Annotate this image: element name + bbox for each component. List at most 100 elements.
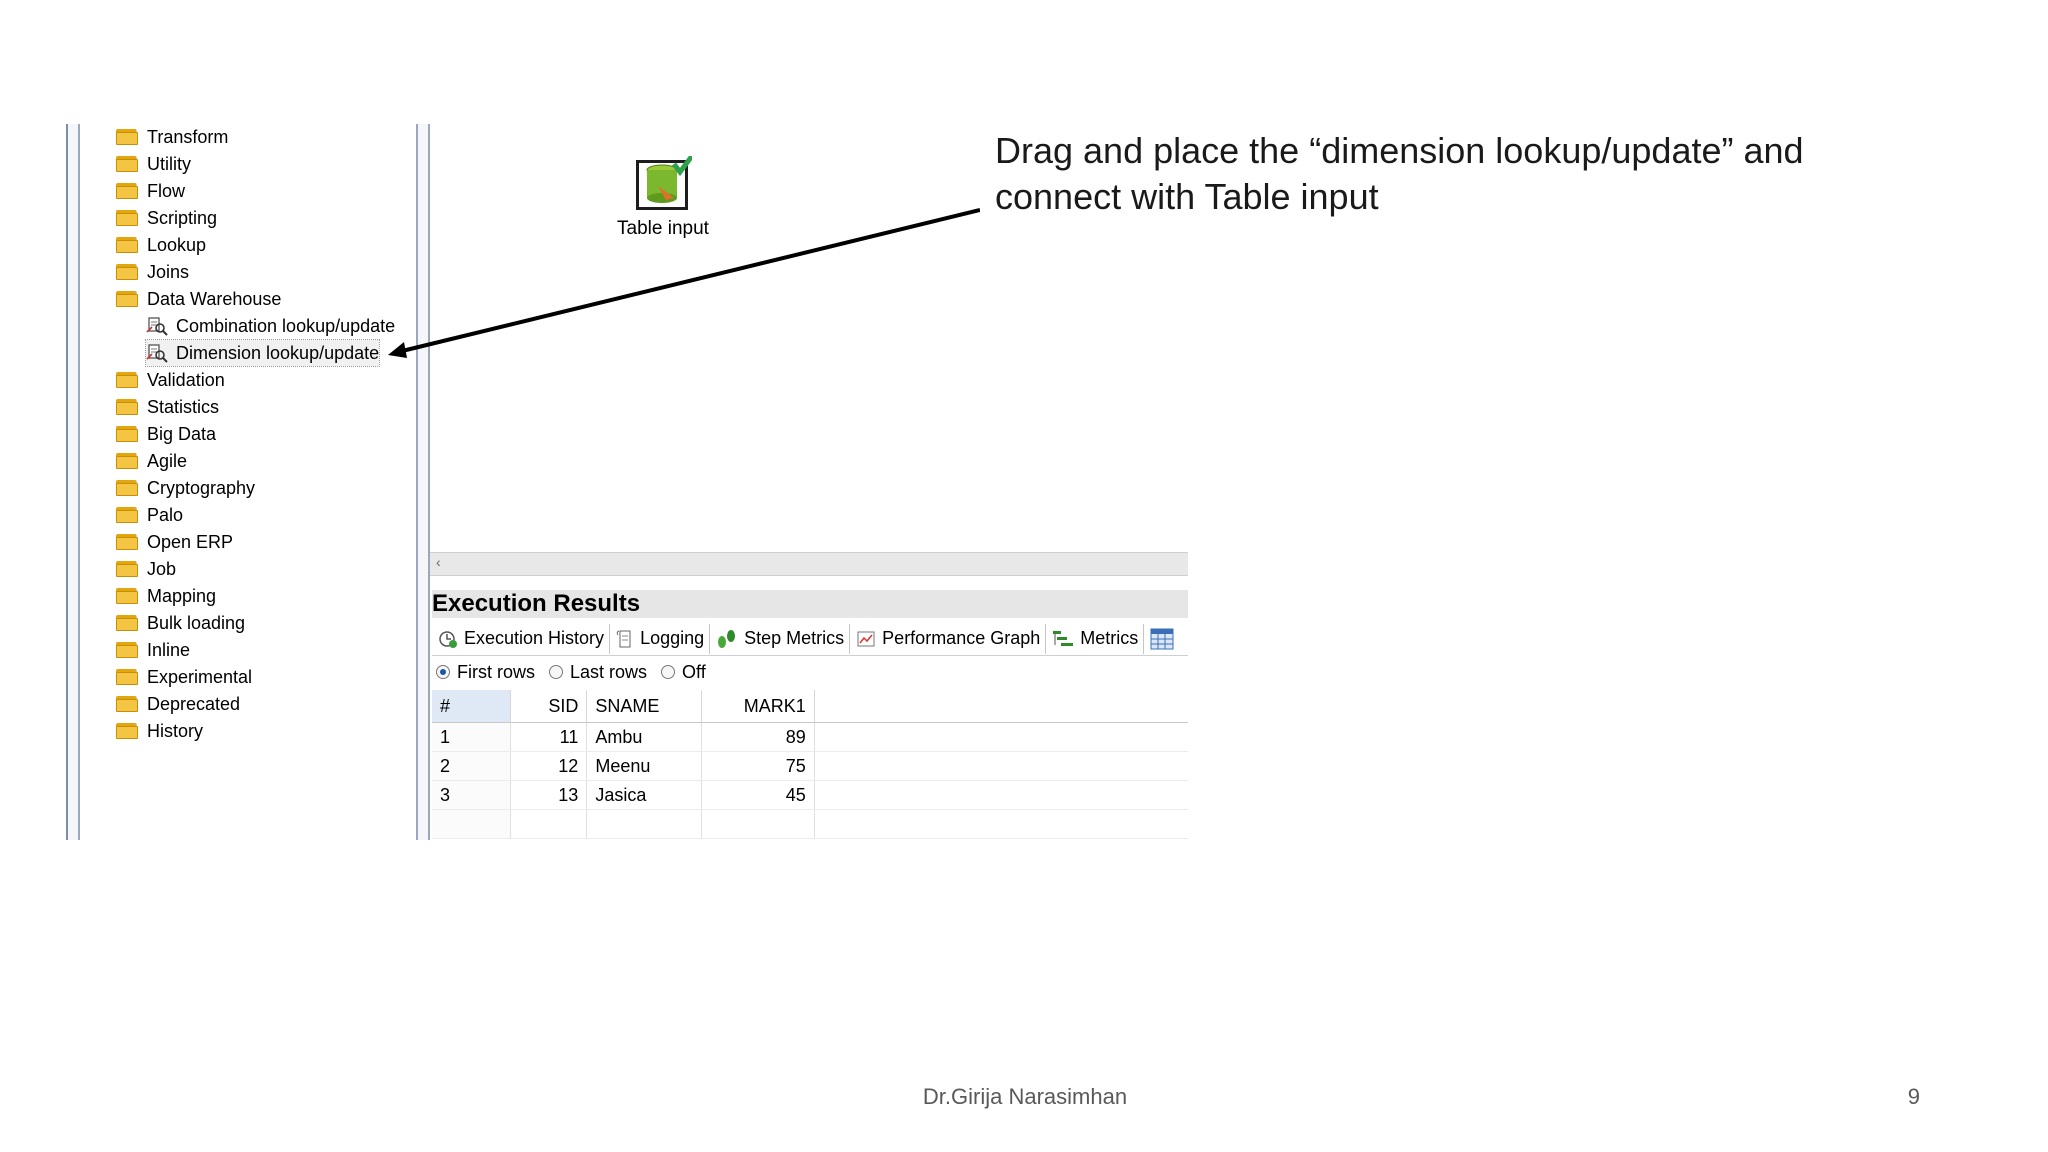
tree-folder-statistics[interactable]: Statistics bbox=[116, 394, 219, 420]
tree-item-label: Transform bbox=[147, 126, 229, 147]
tree-folder-inline[interactable]: Inline bbox=[116, 637, 190, 663]
tree-folder-validation[interactable]: Validation bbox=[116, 367, 225, 393]
tree-folder-history[interactable]: History bbox=[116, 718, 203, 744]
tree-folder-agile[interactable]: Agile bbox=[116, 448, 187, 474]
column-header-number[interactable]: # bbox=[432, 690, 511, 723]
lookup-step-icon bbox=[146, 317, 168, 336]
callout-arrow bbox=[388, 208, 980, 358]
folder-icon bbox=[116, 696, 138, 712]
radio-label: First rows bbox=[457, 661, 535, 682]
radio-unselected-icon bbox=[661, 665, 676, 679]
slide-number: 9 bbox=[1907, 1084, 1920, 1109]
radio-label: Last rows bbox=[570, 661, 648, 682]
instruction-text: Drag and place the “dimension lookup/upd… bbox=[995, 128, 1855, 220]
execution-results-title: Execution Results bbox=[432, 590, 1188, 618]
tree-folder-cryptography[interactable]: Cryptography bbox=[116, 475, 255, 501]
tree-item-label: Experimental bbox=[147, 666, 253, 687]
cell-sname: Ambu bbox=[586, 722, 703, 752]
folder-open-icon bbox=[116, 291, 138, 307]
folder-icon bbox=[116, 561, 138, 577]
tree-step-dimension-lookup-update[interactable]: Dimension lookup/update bbox=[144, 339, 381, 367]
folder-icon bbox=[116, 183, 138, 199]
tree-folder-palo[interactable]: Palo bbox=[116, 502, 183, 528]
execution-history-icon bbox=[439, 630, 457, 648]
tab-preview-data[interactable] bbox=[1144, 624, 1185, 654]
execution-results-tabs: Execution History Logging Step Metrics P… bbox=[432, 622, 1188, 656]
tree-item-label: Scripting bbox=[147, 207, 218, 228]
instruction-line-1: Drag and place the “dimension lookup/upd… bbox=[995, 130, 1804, 171]
folder-icon bbox=[116, 399, 138, 415]
tree-folder-transform[interactable]: Transform bbox=[116, 124, 228, 150]
column-header-mark1[interactable]: MARK1 bbox=[701, 690, 815, 723]
table-header-row: # SID SNAME MARK1 bbox=[432, 690, 1188, 723]
cell-row-number: 2 bbox=[432, 751, 511, 781]
folder-icon bbox=[116, 129, 138, 145]
tab-step-metrics[interactable]: Step Metrics bbox=[710, 623, 851, 654]
tab-label: Step Metrics bbox=[744, 628, 845, 648]
folder-icon bbox=[116, 642, 138, 658]
folder-icon bbox=[116, 615, 138, 631]
tree-folder-joins[interactable]: Joins bbox=[116, 259, 189, 285]
tree-folder-bulk-loading[interactable]: Bulk loading bbox=[116, 610, 245, 636]
column-header-sname[interactable]: SNAME bbox=[586, 690, 703, 723]
preview-data-table: # SID SNAME MARK1 1 11 Ambu 89 2 12 Meen… bbox=[432, 690, 1188, 840]
tree-folder-data-warehouse[interactable]: Data Warehouse bbox=[116, 286, 281, 312]
folder-icon bbox=[116, 588, 138, 604]
tab-label: Logging bbox=[640, 628, 705, 648]
cell-sid: 11 bbox=[510, 722, 588, 752]
tree-item-label: Joins bbox=[147, 261, 190, 282]
tree-item-label: Open ERP bbox=[147, 531, 234, 552]
tab-label: Performance Graph bbox=[882, 628, 1041, 648]
folder-icon bbox=[116, 426, 138, 442]
tree-item-label: Inline bbox=[147, 639, 191, 660]
folder-icon bbox=[116, 210, 138, 226]
tab-logging[interactable]: Logging bbox=[610, 623, 711, 654]
radio-last-rows[interactable]: Last rows bbox=[549, 662, 647, 683]
folder-icon bbox=[116, 453, 138, 469]
table-row[interactable]: 2 12 Meenu 75 bbox=[432, 751, 1188, 781]
tree-folder-job[interactable]: Job bbox=[116, 556, 176, 582]
cell-row-number: 1 bbox=[432, 722, 511, 752]
performance-graph-icon bbox=[857, 631, 875, 646]
table-row[interactable]: 3 13 Jasica 45 bbox=[432, 780, 1188, 810]
instruction-line-2: connect with Table input bbox=[995, 176, 1379, 217]
folder-icon bbox=[116, 534, 138, 550]
tab-execution-history[interactable]: Execution History bbox=[432, 623, 611, 654]
logging-icon bbox=[616, 630, 631, 647]
tab-performance-graph[interactable]: Performance Graph bbox=[850, 623, 1047, 654]
footer-author: Dr.Girija Narasimhan bbox=[922, 1084, 1128, 1109]
tree-folder-mapping[interactable]: Mapping bbox=[116, 583, 216, 609]
tree-folder-deprecated[interactable]: Deprecated bbox=[116, 691, 240, 717]
tree-item-label: Data Warehouse bbox=[147, 288, 282, 309]
cell-mark1: 75 bbox=[701, 751, 815, 781]
tree-folder-scripting[interactable]: Scripting bbox=[116, 205, 217, 231]
cell-sid: 13 bbox=[510, 780, 588, 810]
tab-label: Execution History bbox=[464, 628, 605, 648]
tree-item-label: Dimension lookup/update bbox=[176, 342, 380, 363]
table-row[interactable]: 1 11 Ambu 89 bbox=[432, 722, 1188, 752]
tree-item-label: Bulk loading bbox=[147, 612, 246, 633]
tree-folder-flow[interactable]: Flow bbox=[116, 178, 185, 204]
data-grid-icon bbox=[1150, 628, 1174, 649]
tree-folder-utility[interactable]: Utility bbox=[116, 151, 191, 177]
tree-item-label: Statistics bbox=[147, 396, 220, 417]
column-header-sid[interactable]: SID bbox=[510, 690, 588, 723]
tree-item-label: Utility bbox=[147, 153, 191, 174]
tree-item-label: Cryptography bbox=[147, 477, 256, 498]
tree-item-label: Validation bbox=[147, 369, 225, 390]
cell-empty bbox=[814, 780, 1188, 810]
tree-step-combination-lookup-update[interactable]: Combination lookup/update bbox=[146, 313, 395, 339]
tree-folder-lookup[interactable]: Lookup bbox=[116, 232, 206, 258]
tree-folder-open-erp[interactable]: Open ERP bbox=[116, 529, 233, 555]
folder-icon bbox=[116, 156, 138, 172]
row-mode-radio-group: First rows Last rows Off bbox=[436, 660, 720, 684]
horizontal-scrollbar[interactable] bbox=[430, 552, 1188, 576]
radio-off[interactable]: Off bbox=[661, 662, 706, 683]
radio-first-rows[interactable]: First rows bbox=[436, 662, 535, 683]
tree-left-border bbox=[66, 124, 80, 840]
tree-folder-big-data[interactable]: Big Data bbox=[116, 421, 216, 447]
tab-metrics[interactable]: Metrics bbox=[1046, 623, 1145, 654]
tree-folder-experimental[interactable]: Experimental bbox=[116, 664, 252, 690]
scroll-left-arrow-icon[interactable]: ‹ bbox=[436, 554, 452, 572]
folder-icon bbox=[116, 507, 138, 523]
